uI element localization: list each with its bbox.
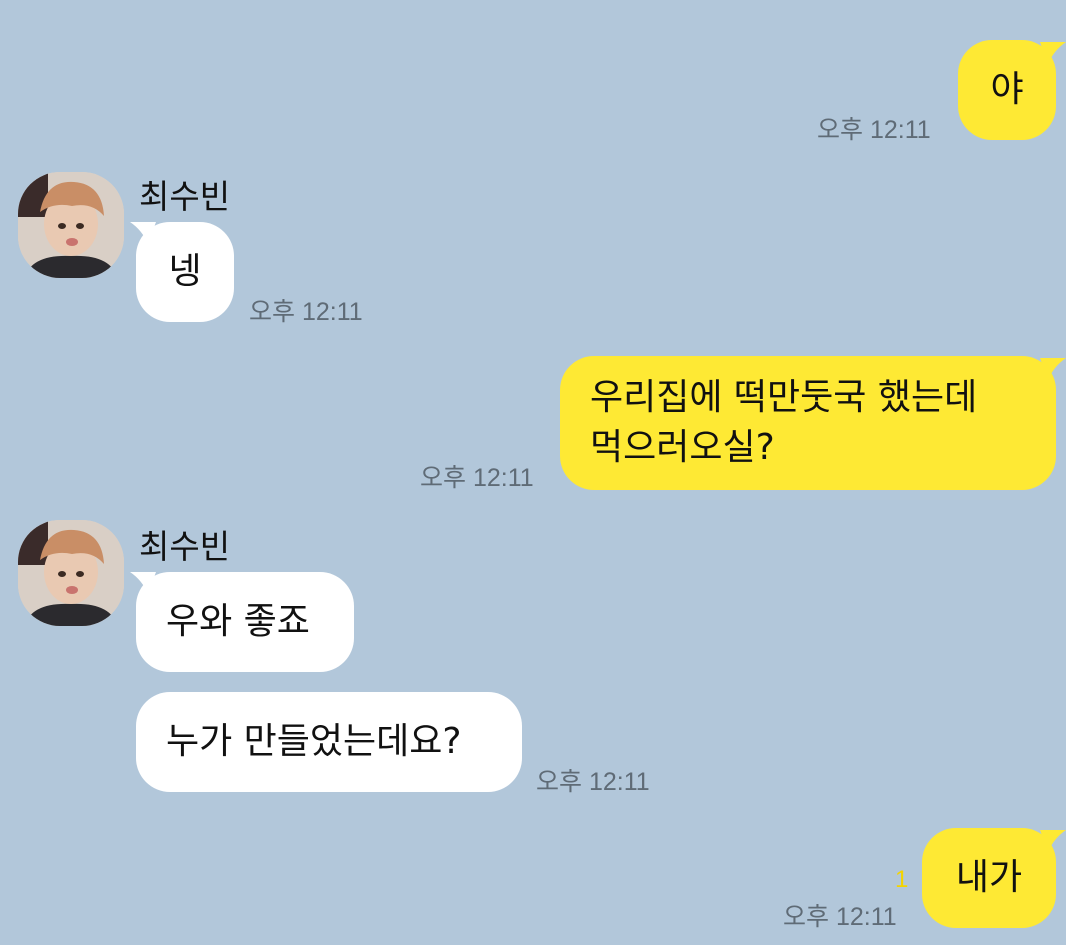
message-timestamp: 오후 12:11: [536, 768, 650, 796]
avatar[interactable]: [18, 520, 124, 626]
their-message-bubble[interactable]: 누가 만들었는데요?: [136, 692, 522, 792]
bubble-tail-icon: [1040, 42, 1066, 64]
unread-count-badge: 1: [895, 866, 909, 893]
message-timestamp: 오후 12:11: [249, 298, 363, 326]
my-message-bubble[interactable]: 내가: [922, 828, 1056, 928]
my-message-bubble[interactable]: 우리집에 떡만둣국 했는데 먹으러오실?: [560, 356, 1056, 490]
sender-name: 최수빈: [139, 527, 231, 566]
bubble-tail-icon: [1040, 830, 1066, 852]
message-text: 우와 좋죠: [166, 601, 310, 642]
profile-photo-icon: [18, 520, 124, 626]
avatar[interactable]: [18, 172, 124, 278]
message-text: 누가 만들었는데요?: [166, 721, 462, 762]
message-text: 내가: [955, 857, 1023, 898]
message-timestamp: 오후 12:11: [817, 116, 931, 144]
bubble-tail-icon: [1040, 358, 1066, 380]
their-message-bubble[interactable]: 우와 좋죠: [136, 572, 354, 672]
message-timestamp: 오후 12:11: [420, 464, 534, 492]
profile-photo-icon: [18, 172, 124, 278]
message-timestamp: 오후 12:11: [783, 903, 897, 931]
message-text: 넹: [168, 251, 202, 292]
sender-name: 최수빈: [139, 177, 231, 216]
bubble-tail-icon: [130, 572, 156, 594]
message-text: 야: [990, 69, 1024, 110]
message-text: 우리집에 떡만둣국 했는데 먹으러오실?: [590, 377, 978, 468]
bubble-tail-icon: [130, 222, 156, 244]
